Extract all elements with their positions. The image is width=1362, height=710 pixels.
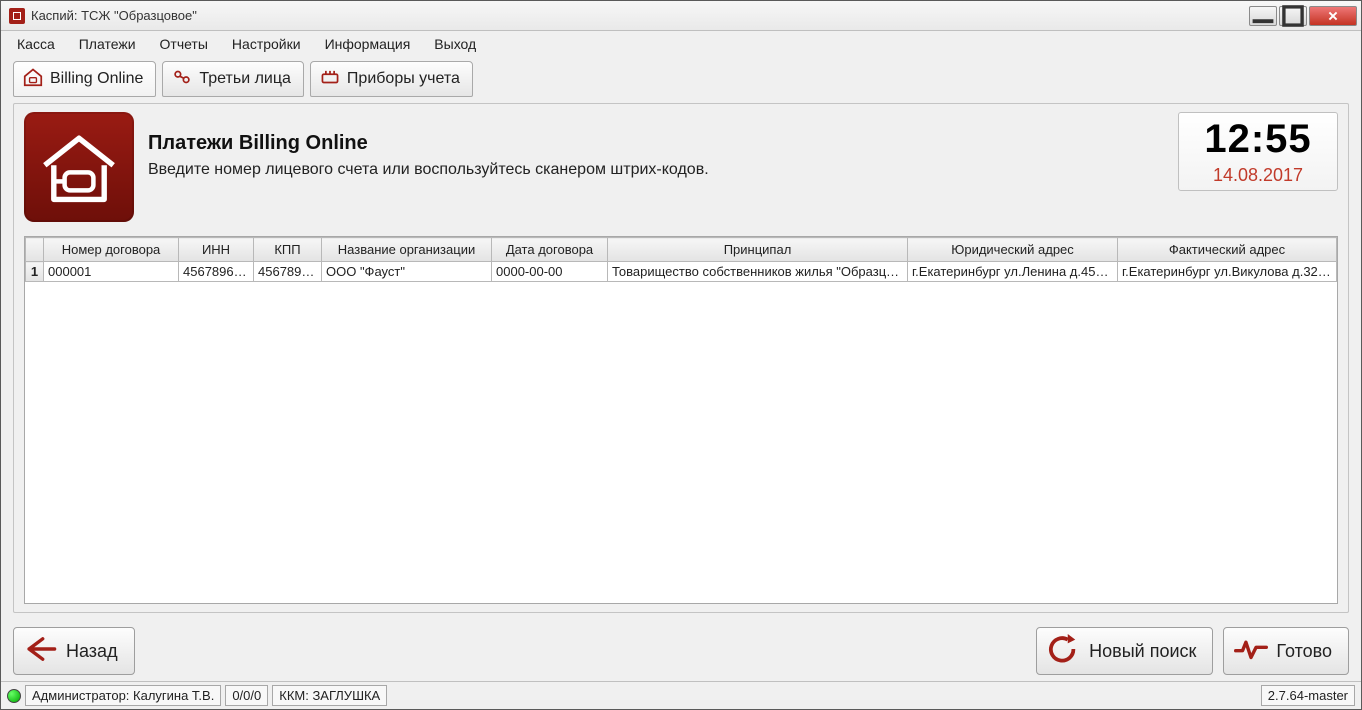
people-link-icon bbox=[171, 66, 193, 93]
col-inn[interactable]: ИНН bbox=[179, 238, 254, 262]
menu-payments[interactable]: Платежи bbox=[67, 34, 148, 54]
cell-principal: Товарищество собственников жилья "Образц… bbox=[608, 262, 908, 282]
cell-kpp: 456789666 bbox=[254, 262, 322, 282]
window-controls bbox=[1249, 6, 1357, 26]
status-version: 2.7.64-master bbox=[1261, 685, 1355, 706]
check-pulse-icon bbox=[1234, 634, 1268, 669]
page-subtitle: Введите номер лицевого счета или восполь… bbox=[148, 161, 1168, 179]
header-texts: Платежи Billing Online Введите номер лиц… bbox=[134, 112, 1178, 179]
clock-panel: 12:55 14.08.2017 bbox=[1178, 112, 1338, 191]
table-header-row: Номер договора ИНН КПП Название организа… bbox=[26, 238, 1337, 262]
button-label: Назад bbox=[66, 641, 118, 662]
meter-icon bbox=[319, 66, 341, 93]
col-contract-date[interactable]: Дата договора bbox=[492, 238, 608, 262]
new-search-button[interactable]: Новый поиск bbox=[1036, 627, 1213, 675]
tab-third-parties[interactable]: Третьи лица bbox=[162, 61, 304, 97]
arrow-left-icon bbox=[24, 634, 58, 669]
status-kkm: ККМ: ЗАГЛУШКА bbox=[272, 685, 387, 706]
cell-actual-address: г.Екатеринбург ул.Викулова д.321/1 оф.11 bbox=[1118, 262, 1337, 282]
refresh-icon bbox=[1047, 634, 1081, 669]
tab-label: Третьи лица bbox=[199, 70, 291, 88]
statusbar: Администратор: Калугина Т.В. 0/0/0 ККМ: … bbox=[1, 681, 1361, 709]
back-button[interactable]: Назад bbox=[13, 627, 135, 675]
app-icon bbox=[9, 8, 25, 24]
action-bar: Назад Новый поиск Готово bbox=[1, 617, 1361, 681]
cell-inn: 4567896666 bbox=[179, 262, 254, 282]
house-plug-icon bbox=[22, 66, 44, 93]
tab-meters[interactable]: Приборы учета bbox=[310, 61, 473, 97]
col-legal-address[interactable]: Юридический адрес bbox=[908, 238, 1118, 262]
corner-cell bbox=[26, 238, 44, 262]
cell-contract-number: 000001 bbox=[44, 262, 179, 282]
billing-logo-icon bbox=[24, 112, 134, 222]
contracts-table: Номер договора ИНН КПП Название организа… bbox=[25, 237, 1337, 282]
clock-date: 14.08.2017 bbox=[1187, 165, 1329, 186]
menu-exit[interactable]: Выход bbox=[422, 34, 488, 54]
menu-reports[interactable]: Отчеты bbox=[148, 34, 220, 54]
contracts-table-wrap[interactable]: Номер договора ИНН КПП Название организа… bbox=[24, 236, 1338, 604]
window-title: Каспий: ТСЖ "Образцовое" bbox=[31, 8, 1249, 23]
tab-billing-online[interactable]: Billing Online bbox=[13, 61, 156, 97]
col-actual-address[interactable]: Фактический адрес bbox=[1118, 238, 1337, 262]
col-org-name[interactable]: Название организации bbox=[322, 238, 492, 262]
status-counters: 0/0/0 bbox=[225, 685, 268, 706]
cell-legal-address: г.Екатеринбург ул.Ленина д.456 кв.1 bbox=[908, 262, 1118, 282]
button-label: Новый поиск bbox=[1089, 641, 1196, 662]
maximize-button[interactable] bbox=[1279, 6, 1307, 26]
close-button[interactable] bbox=[1309, 6, 1357, 26]
table-row[interactable]: 1 000001 4567896666 456789666 ООО "Фауст… bbox=[26, 262, 1337, 282]
col-principal[interactable]: Принципал bbox=[608, 238, 908, 262]
menubar: Касса Платежи Отчеты Настройки Информаци… bbox=[1, 31, 1361, 57]
main-panel: Платежи Billing Online Введите номер лиц… bbox=[13, 103, 1349, 613]
done-button[interactable]: Готово bbox=[1223, 627, 1349, 675]
minimize-button[interactable] bbox=[1249, 6, 1277, 26]
tabbar: Billing Online Третьи лица Приборы учета bbox=[1, 57, 1361, 97]
col-contract-number[interactable]: Номер договора bbox=[44, 238, 179, 262]
col-kpp[interactable]: КПП bbox=[254, 238, 322, 262]
menu-settings[interactable]: Настройки bbox=[220, 34, 313, 54]
clock-time: 12:55 bbox=[1187, 119, 1329, 159]
button-label: Готово bbox=[1276, 641, 1332, 662]
status-admin: Администратор: Калугина Т.В. bbox=[25, 685, 221, 706]
status-led-icon bbox=[7, 689, 21, 703]
menu-info[interactable]: Информация bbox=[313, 34, 423, 54]
tab-label: Приборы учета bbox=[347, 70, 460, 88]
row-number: 1 bbox=[26, 262, 44, 282]
header-row: Платежи Billing Online Введите номер лиц… bbox=[24, 112, 1338, 222]
titlebar: Каспий: ТСЖ "Образцовое" bbox=[1, 1, 1361, 31]
app-window: Каспий: ТСЖ "Образцовое" Касса Платежи О… bbox=[0, 0, 1362, 710]
cell-org-name: ООО "Фауст" bbox=[322, 262, 492, 282]
cell-contract-date: 0000-00-00 bbox=[492, 262, 608, 282]
menu-kassa[interactable]: Касса bbox=[5, 34, 67, 54]
page-title: Платежи Billing Online bbox=[148, 132, 1168, 155]
tab-label: Billing Online bbox=[50, 70, 143, 88]
